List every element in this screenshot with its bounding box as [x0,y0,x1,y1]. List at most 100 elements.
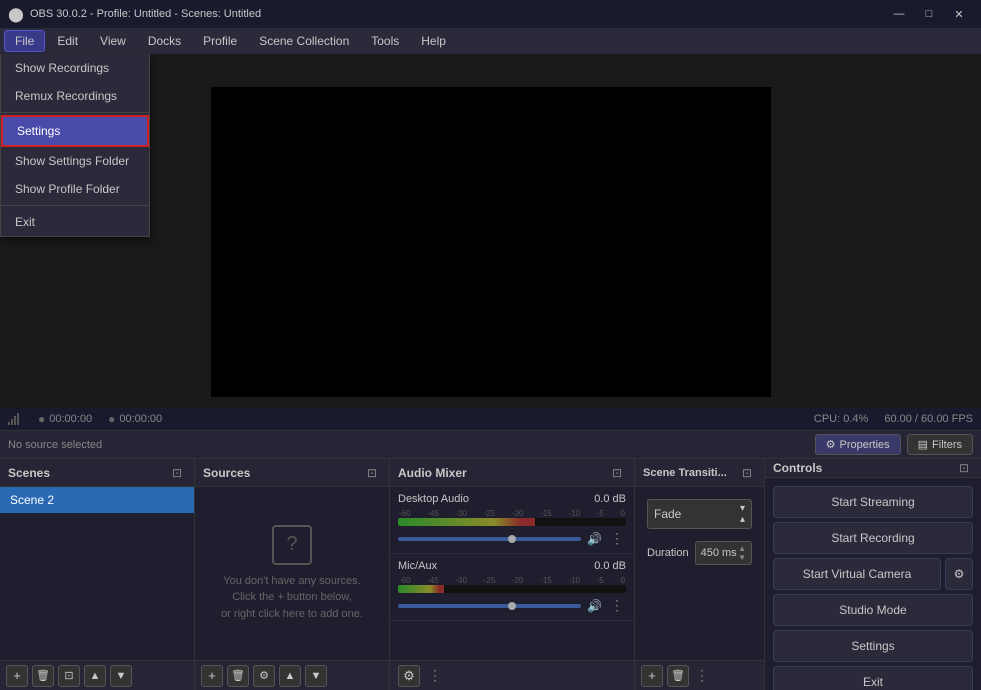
mic-aux-meter-fill [398,585,444,593]
menu-edit[interactable]: Edit [47,31,88,51]
transitions-panel-header: Scene Transiti... ⊡ [635,459,764,487]
menu-view[interactable]: View [90,31,136,51]
transition-select[interactable]: Fade ▾▴ [647,499,752,529]
desktop-audio-slider[interactable] [398,537,581,541]
desktop-audio-vol-icon[interactable]: 🔊 [587,532,602,546]
filter-icon: ▤ [918,438,928,451]
mic-aux-db: 0.0 dB [594,560,626,572]
audio-channel-mic-header: Mic/Aux 0.0 dB [398,560,626,572]
status-bar: ● 00:00:00 ● 00:00:00 CPU: 0.4% 60.00 / … [0,408,981,430]
controls-title: Controls [773,461,822,475]
audio-channel-desktop: Desktop Audio 0.0 dB -60-45-30-25-20-15-… [390,487,634,554]
sources-remove-btn[interactable]: 🗑 [227,665,249,687]
mic-aux-ticks: -60-45-30-25-20-15-10-50 [398,576,626,585]
scenes-panel-header-right: ⊡ [168,464,186,482]
sources-panel: Sources ⊡ ? You don't have any sources.C… [195,459,390,690]
duration-value: 450 ms [701,547,737,559]
desktop-audio-ticks: -60-45-30-25-20-15-10-50 [398,509,626,518]
audio-panel-header-right: ⊡ [608,464,626,482]
controls-panel-menu-btn[interactable]: ⊡ [955,459,973,477]
mic-aux-menu[interactable]: ⋮ [608,597,626,614]
scenes-filter-btn[interactable]: ⊡ [58,665,80,687]
menu-scene-collection[interactable]: Scene Collection [249,31,359,51]
mic-aux-vol-icon[interactable]: 🔊 [587,599,602,613]
desktop-audio-menu[interactable]: ⋮ [608,530,626,547]
menu-tools[interactable]: Tools [361,31,409,51]
transitions-more-btn[interactable]: ⋮ [693,667,711,684]
desktop-audio-thumb [508,535,516,543]
menu-show-profile-folder[interactable]: Show Profile Folder [1,175,149,203]
filters-button[interactable]: ▤ Filters [907,434,973,455]
menu-show-recordings[interactable]: Show Recordings [1,54,149,82]
scenes-list: Scene 2 [0,487,194,660]
menu-show-settings-folder[interactable]: Show Settings Folder [1,147,149,175]
status-cpu: CPU: 0.4% [814,413,868,425]
menu-file[interactable]: File [4,30,45,52]
scenes-down-btn[interactable]: ▼ [110,665,132,687]
sources-panel-menu-btn[interactable]: ⊡ [363,464,381,482]
status-stream-time: ● 00:00:00 [108,412,162,426]
audio-settings-btn[interactable]: ⚙ [398,665,420,687]
duration-input[interactable]: 450 ms ▲▼ [695,541,752,565]
transitions-body: Fade ▾▴ Duration 450 ms ▲▼ [635,487,764,660]
menu-profile[interactable]: Profile [193,31,247,51]
desktop-audio-db: 0.0 dB [594,493,626,505]
scenes-up-btn[interactable]: ▲ [84,665,106,687]
sources-up-btn[interactable]: ▲ [279,665,301,687]
virtual-camera-settings-btn[interactable]: ⚙ [945,558,973,590]
menu-docks[interactable]: Docks [138,31,191,51]
audio-more-btn[interactable]: ⋮ [426,667,444,684]
scenes-panel-menu-btn[interactable]: ⊡ [168,464,186,482]
mic-aux-thumb [508,602,516,610]
audio-panel-menu-btn[interactable]: ⊡ [608,464,626,482]
panels-row: Scenes ⊡ Scene 2 + 🗑 ⊡ ▲ ▼ [0,459,981,690]
scenes-add-btn[interactable]: + [6,665,28,687]
properties-button[interactable]: ⚙ Properties [815,434,901,455]
virtual-camera-row: Start Virtual Camera ⚙ [773,558,973,590]
transitions-remove-btn[interactable]: 🗑 [667,665,689,687]
question-mark-icon: ? [272,525,312,565]
transitions-panel-header-right: ⊡ [738,464,756,482]
audio-channel-desktop-header: Desktop Audio 0.0 dB [398,493,626,505]
gear-icon: ⚙ [826,438,836,451]
mic-aux-meter [398,585,626,593]
start-recording-button[interactable]: Start Recording [773,522,973,554]
menu-remux-recordings[interactable]: Remux Recordings [1,82,149,110]
controls-settings-button[interactable]: Settings [773,630,973,662]
controls-panel: Controls ⊡ Start Streaming Start Recordi… [765,459,981,690]
no-source-label: No source selected [8,439,102,451]
audio-channels: Desktop Audio 0.0 dB -60-45-30-25-20-15-… [390,487,634,660]
studio-mode-button[interactable]: Studio Mode [773,594,973,626]
scenes-panel-header: Scenes ⊡ [0,459,194,487]
menu-exit[interactable]: Exit [1,208,149,236]
maximize-button[interactable]: □ [915,4,943,24]
sources-panel-header: Sources ⊡ [195,459,389,487]
sources-down-btn[interactable]: ▼ [305,665,327,687]
minimize-button[interactable]: — [885,4,913,24]
bottom-panel: No source selected ⚙ Properties ▤ Filter… [0,430,981,690]
scene-item-scene2[interactable]: Scene 2 [0,487,194,513]
preview-canvas [211,87,771,397]
audio-mixer-panel: Audio Mixer ⊡ Desktop Audio 0.0 dB -60-4… [390,459,635,690]
scenes-footer: + 🗑 ⊡ ▲ ▼ [0,660,194,690]
duration-row: Duration 450 ms ▲▼ [639,537,760,569]
duration-label: Duration [647,547,689,559]
start-virtual-camera-button[interactable]: Start Virtual Camera [773,558,941,590]
controls-exit-button[interactable]: Exit [773,666,973,690]
sources-empty: ? You don't have any sources.Click the +… [195,487,389,660]
sources-add-btn[interactable]: + [201,665,223,687]
transitions-panel: Scene Transiti... ⊡ Fade ▾▴ Duration 450… [635,459,765,690]
menubar: File Edit View Docks Profile Scene Colle… [0,28,981,54]
transitions-panel-menu-btn[interactable]: ⊡ [738,464,756,482]
scenes-panel: Scenes ⊡ Scene 2 + 🗑 ⊡ ▲ ▼ [0,459,195,690]
menu-help[interactable]: Help [411,31,456,51]
audio-title: Audio Mixer [398,466,467,480]
mic-aux-slider[interactable] [398,604,581,608]
sources-settings-btn[interactable]: ⚙ [253,665,275,687]
titlebar: ⬤ OBS 30.0.2 - Profile: Untitled - Scene… [0,0,981,28]
transitions-add-btn[interactable]: + [641,665,663,687]
scenes-remove-btn[interactable]: 🗑 [32,665,54,687]
close-button[interactable]: ✕ [945,4,973,24]
start-streaming-button[interactable]: Start Streaming [773,486,973,518]
menu-settings[interactable]: Settings [1,115,149,147]
